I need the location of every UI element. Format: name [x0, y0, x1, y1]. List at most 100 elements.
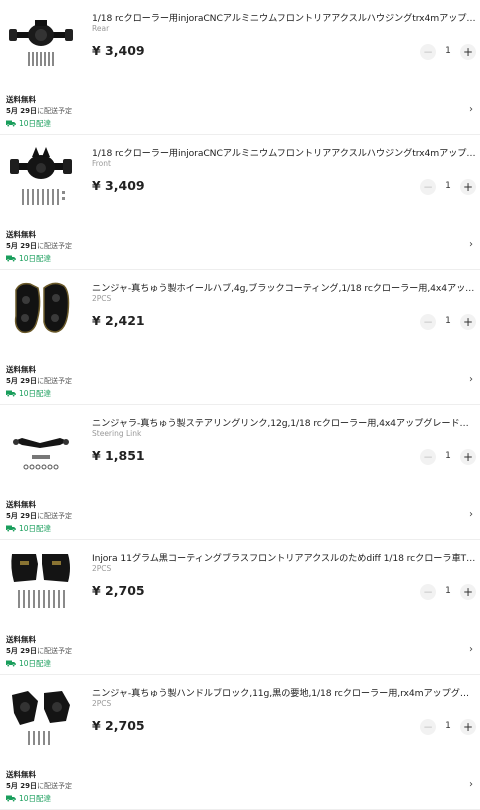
free-shipping-label: 送料無料 — [6, 635, 36, 644]
quantity-stepper: − 1 + — [419, 583, 477, 601]
quantity-stepper: − 1 + — [419, 43, 477, 61]
increase-quantity-button[interactable]: + — [460, 719, 476, 735]
delivery-date-day: 5月 29日 — [6, 377, 38, 385]
product-price: ¥ 1,851 — [92, 448, 145, 463]
delivery-speed-text: 10日配達 — [19, 389, 52, 398]
delivery-date-day: 5月 29日 — [6, 107, 38, 115]
decrease-quantity-button[interactable]: − — [420, 44, 436, 60]
delivery-date: 5月 29日に配送予定 — [6, 106, 72, 116]
product-title[interactable]: 1/18 rcクローラー用injoraCNCアルミニウムフロントリアアクスルハウ… — [92, 10, 476, 24]
product-price: ¥ 2,705 — [92, 718, 145, 733]
delivery-speed: 10日配達 — [6, 388, 51, 399]
product-image[interactable] — [8, 6, 74, 88]
delivery-date-day: 5月 29日 — [6, 512, 38, 520]
cart-item-list: 1/18 rcクローラー用injoraCNCアルミニウムフロントリアアクスルハウ… — [0, 0, 480, 810]
chevron-right-icon[interactable]: › — [469, 644, 473, 655]
free-shipping-label: 送料無料 — [6, 770, 36, 779]
free-shipping-label: 送料無料 — [6, 365, 36, 374]
decrease-quantity-button[interactable]: − — [420, 584, 436, 600]
chevron-right-icon[interactable]: › — [469, 374, 473, 385]
chevron-right-icon[interactable]: › — [469, 104, 473, 115]
delivery-date: 5月 29日に配送予定 — [6, 646, 72, 656]
delivery-speed-text: 10日配達 — [19, 659, 52, 668]
quantity-value: 1 — [445, 451, 451, 461]
delivery-speed-text: 10日配達 — [19, 794, 52, 803]
truck-icon — [6, 660, 16, 667]
delivery-speed-text: 10日配達 — [19, 524, 52, 533]
decrease-quantity-button[interactable]: − — [420, 449, 436, 465]
truck-icon — [6, 525, 16, 532]
chevron-right-icon[interactable]: › — [469, 239, 473, 250]
product-price: ¥ 3,409 — [92, 43, 145, 58]
delivery-date-day: 5月 29日 — [6, 782, 38, 790]
cart-item: ニンジャ-真ちゅう製ホイールハブ,4g,ブラックコーティング,1/18 rcクロ… — [0, 270, 480, 405]
product-image[interactable] — [8, 681, 74, 763]
product-title[interactable]: ニンジャ-真ちゅう製ホイールハブ,4g,ブラックコーティング,1/18 rcクロ… — [92, 280, 476, 294]
delivery-date-suffix: に配送予定 — [37, 512, 73, 520]
product-image[interactable] — [8, 411, 74, 493]
truck-icon — [6, 795, 16, 802]
cart-item: 1/18 rcクローラー用injoraCNCアルミニウムフロントリアアクスルハウ… — [0, 0, 480, 135]
truck-icon — [6, 255, 16, 262]
quantity-stepper: − 1 + — [419, 718, 477, 736]
delivery-speed-text: 10日配達 — [19, 254, 52, 263]
product-price: ¥ 2,705 — [92, 583, 145, 598]
product-price: ¥ 2,421 — [92, 313, 145, 328]
product-variant: 2PCS — [92, 699, 112, 708]
delivery-date-day: 5月 29日 — [6, 242, 38, 250]
increase-quantity-button[interactable]: + — [460, 449, 476, 465]
delivery-speed: 10日配達 — [6, 658, 51, 669]
delivery-date-suffix: に配送予定 — [37, 782, 73, 790]
product-price: ¥ 3,409 — [92, 178, 145, 193]
increase-quantity-button[interactable]: + — [460, 179, 476, 195]
delivery-date-suffix: に配送予定 — [37, 107, 73, 115]
quantity-stepper: − 1 + — [419, 313, 477, 331]
delivery-speed: 10日配達 — [6, 118, 51, 129]
quantity-stepper: − 1 + — [419, 178, 477, 196]
free-shipping-label: 送料無料 — [6, 500, 36, 509]
product-variant: Steering Link — [92, 429, 142, 438]
cart-item: 1/18 rcクローラー用injoraCNCアルミニウムフロントリアアクスルハウ… — [0, 135, 480, 270]
decrease-quantity-button[interactable]: − — [420, 314, 436, 330]
delivery-date: 5月 29日に配送予定 — [6, 781, 72, 791]
product-variant: 2PCS — [92, 564, 112, 573]
product-image[interactable] — [8, 546, 74, 628]
product-variant: Front — [92, 159, 111, 168]
product-image[interactable] — [8, 141, 74, 223]
quantity-stepper: − 1 + — [419, 448, 477, 466]
delivery-date-suffix: に配送予定 — [37, 647, 73, 655]
cart-item: ニンジャ-真ちゅう製ハンドルブロック,11g,黒の要地,1/18 rcクローラー… — [0, 675, 480, 810]
delivery-speed: 10日配達 — [6, 793, 51, 804]
product-title[interactable]: 1/18 rcクローラー用injoraCNCアルミニウムフロントリアアクスルハウ… — [92, 145, 476, 159]
decrease-quantity-button[interactable]: − — [420, 179, 436, 195]
delivery-date: 5月 29日に配送予定 — [6, 376, 72, 386]
delivery-date: 5月 29日に配送予定 — [6, 241, 72, 251]
delivery-date: 5月 29日に配送予定 — [6, 511, 72, 521]
delivery-speed-text: 10日配達 — [19, 119, 52, 128]
truck-icon — [6, 390, 16, 397]
product-variant: 2PCS — [92, 294, 112, 303]
decrease-quantity-button[interactable]: − — [420, 719, 436, 735]
chevron-right-icon[interactable]: › — [469, 509, 473, 520]
truck-icon — [6, 120, 16, 127]
delivery-speed: 10日配達 — [6, 253, 51, 264]
chevron-right-icon[interactable]: › — [469, 779, 473, 790]
delivery-date-suffix: に配送予定 — [37, 377, 73, 385]
quantity-value: 1 — [445, 721, 451, 731]
delivery-date-day: 5月 29日 — [6, 647, 38, 655]
product-title[interactable]: Injora 11グラム黒コーティングブラスフロントリアアクスルのためdiff … — [92, 550, 476, 564]
product-title[interactable]: ニンジャラ-真ちゅう製ステアリングリンク,12g,1/18 rcクローラー用,4… — [92, 415, 476, 429]
free-shipping-label: 送料無料 — [6, 95, 36, 104]
delivery-speed: 10日配達 — [6, 523, 51, 534]
cart-item: Injora 11グラム黒コーティングブラスフロントリアアクスルのためdiff … — [0, 540, 480, 675]
quantity-value: 1 — [445, 181, 451, 191]
product-variant: Rear — [92, 24, 110, 33]
increase-quantity-button[interactable]: + — [460, 314, 476, 330]
cart-item: ニンジャラ-真ちゅう製ステアリングリンク,12g,1/18 rcクローラー用,4… — [0, 405, 480, 540]
increase-quantity-button[interactable]: + — [460, 584, 476, 600]
product-image[interactable] — [8, 276, 74, 358]
increase-quantity-button[interactable]: + — [460, 44, 476, 60]
quantity-value: 1 — [445, 316, 451, 326]
quantity-value: 1 — [445, 46, 451, 56]
product-title[interactable]: ニンジャ-真ちゅう製ハンドルブロック,11g,黒の要地,1/18 rcクローラー… — [92, 685, 476, 699]
